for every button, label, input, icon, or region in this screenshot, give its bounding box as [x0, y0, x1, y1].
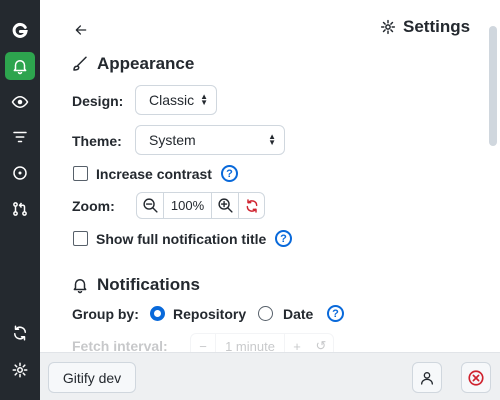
theme-label: Theme: [72, 133, 122, 149]
gear-icon [380, 19, 396, 35]
gear-icon[interactable] [5, 356, 35, 384]
filter-icon[interactable] [5, 123, 35, 151]
sync-icon[interactable] [5, 319, 35, 347]
footer: Gitify dev [40, 352, 500, 400]
group-by-label: Group by: [72, 306, 139, 322]
design-label: Design: [72, 93, 124, 109]
fetch-interval-controls: − 1 minute + ↺ [190, 333, 334, 352]
bell-icon [73, 279, 87, 294]
person-icon[interactable] [412, 362, 442, 393]
back-arrow-icon[interactable] [71, 20, 91, 40]
reset-zoom-icon[interactable] [238, 193, 264, 218]
paintbrush-icon [73, 56, 87, 71]
bell-icon[interactable] [5, 52, 35, 80]
group-by-date-label: Date [283, 306, 314, 322]
fetch-interval-value: 1 minute [215, 334, 285, 352]
sidebar [0, 0, 40, 400]
reset-interval-icon[interactable]: ↺ [309, 334, 333, 352]
design-select[interactable]: Classic ▲ ▼ [135, 85, 217, 115]
select-arrows-icon: ▲ ▼ [200, 92, 208, 107]
gitify-logo-icon[interactable] [5, 16, 35, 44]
fetch-interval-label: Fetch interval: [72, 338, 168, 352]
zoom-out-icon[interactable] [137, 193, 163, 218]
increase-interval-icon[interactable]: + [285, 334, 309, 353]
show-full-title-label: Show full notification title [96, 231, 267, 247]
account-button[interactable]: Gitify dev [48, 362, 136, 393]
decrease-interval-icon[interactable]: − [191, 334, 215, 353]
appearance-heading: Appearance [71, 54, 194, 74]
zoom-value: 100% [163, 193, 212, 218]
help-icon[interactable]: ? [221, 165, 238, 182]
notifications-heading: Notifications [71, 275, 200, 295]
page-title-text: Settings [403, 17, 471, 36]
scrollbar[interactable] [489, 26, 497, 146]
page-title: Settings [380, 17, 470, 37]
theme-select[interactable]: System ▲ ▼ [135, 125, 285, 155]
help-icon[interactable]: ? [327, 305, 344, 322]
eye-icon[interactable] [5, 88, 35, 116]
help-icon[interactable]: ? [275, 230, 292, 247]
select-arrows-icon: ▲ ▼ [268, 132, 276, 147]
zoom-label: Zoom: [72, 198, 115, 214]
group-by-date-radio[interactable] [258, 306, 273, 321]
increase-contrast-label: Increase contrast [96, 166, 212, 182]
zoom-in-icon[interactable] [212, 193, 238, 218]
zoom-controls: 100% [136, 192, 265, 219]
group-by-repository-label: Repository [173, 306, 247, 322]
git-pull-request-icon[interactable] [5, 195, 35, 223]
close-circle-icon[interactable] [461, 362, 491, 393]
increase-contrast-checkbox[interactable] [73, 166, 88, 181]
show-full-title-checkbox[interactable] [73, 231, 88, 246]
issue-opened-icon[interactable] [5, 159, 35, 187]
settings-panel: Settings Appearance Design: Classic ▲ ▼ T… [40, 0, 500, 352]
group-by-repository-radio[interactable] [150, 306, 165, 321]
